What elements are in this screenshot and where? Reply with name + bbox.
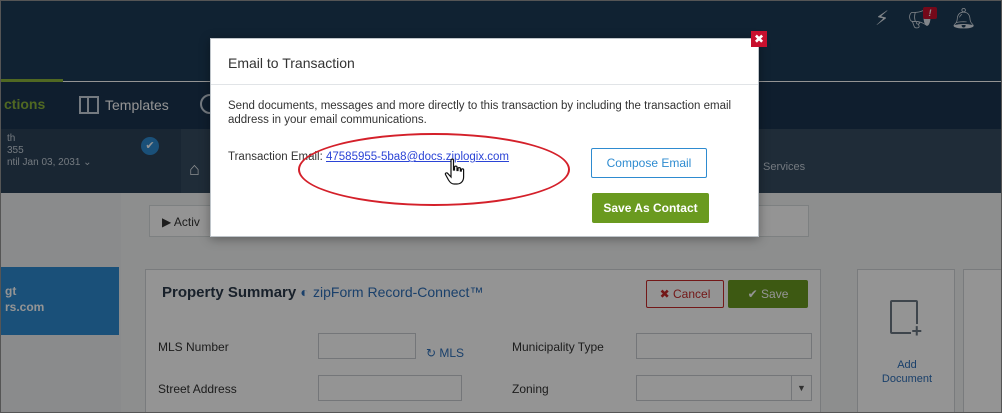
app-window: ⚡︎ 📢︎ ! 🔔︎ ctions Templates th 355 ntil … bbox=[0, 0, 1002, 413]
dialog-description: Send documents, messages and more direct… bbox=[228, 100, 732, 126]
dialog-title: Email to Transaction bbox=[228, 55, 355, 71]
close-icon[interactable]: ✖ bbox=[751, 31, 767, 47]
save-as-contact-button[interactable]: Save As Contact bbox=[592, 193, 709, 223]
dialog-header: Email to Transaction bbox=[211, 39, 758, 85]
hand-cursor-icon bbox=[444, 158, 465, 185]
highlight-ellipse bbox=[298, 133, 570, 206]
compose-email-button[interactable]: Compose Email bbox=[591, 148, 707, 178]
